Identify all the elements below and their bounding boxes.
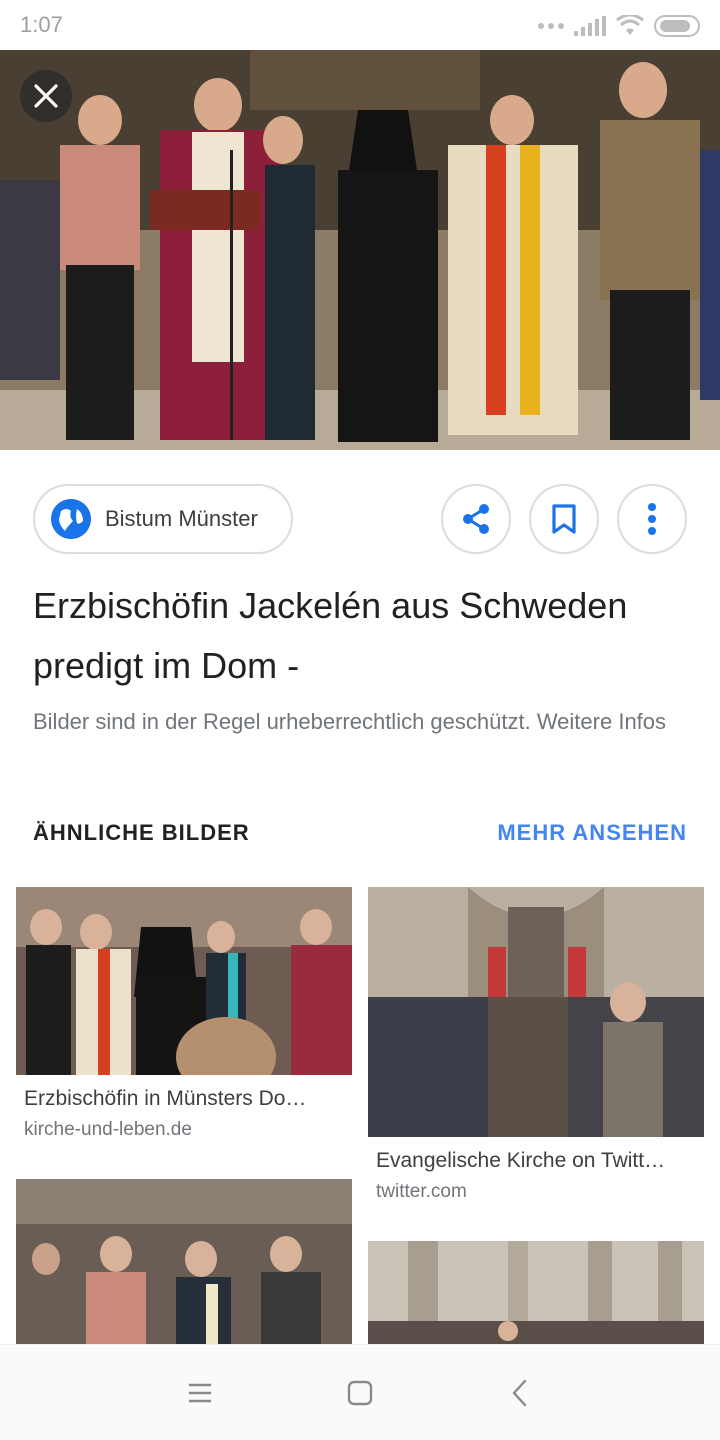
related-title[interactable]: Evangelische Kirche on Twitt… <box>368 1149 688 1173</box>
bookmark-button[interactable] <box>529 484 599 554</box>
square-icon <box>347 1380 373 1405</box>
signal-icon <box>574 16 606 36</box>
result-title[interactable]: Erzbischöfin Jackelén aus Schweden predi… <box>33 576 693 696</box>
related-thumbnail[interactable] <box>368 1241 704 1344</box>
related-source: twitter.com <box>376 1181 467 1202</box>
hero-image[interactable] <box>0 50 720 450</box>
status-time: 1:07 <box>20 12 63 37</box>
related-source: kirche-und-leben.de <box>24 1119 192 1140</box>
battery-icon <box>654 15 700 37</box>
status-bar: 1:07 <box>0 0 720 50</box>
related-card[interactable]: Erzbischöfin in Münsters Do… kirche-und-… <box>16 887 352 1141</box>
back-icon <box>512 1379 527 1406</box>
share-icon <box>463 504 489 534</box>
more-options-button[interactable] <box>617 484 687 554</box>
close-button[interactable] <box>20 70 72 122</box>
status-icons <box>538 12 700 40</box>
related-title[interactable]: Erzbischöfin in Münsters Do… <box>16 1087 336 1111</box>
menu-icon <box>189 1383 211 1402</box>
copyright-notice[interactable]: Bilder sind in der Regel urheberrechtlic… <box>33 702 693 742</box>
related-card[interactable]: Evangelische Kirche on Twitt… twitter.co… <box>368 887 704 1203</box>
hero-photo <box>0 50 720 450</box>
recents-button[interactable] <box>175 1368 225 1418</box>
system-nav-bar <box>0 1344 720 1440</box>
back-button[interactable] <box>495 1368 545 1418</box>
source-chip[interactable]: Bistum Münster <box>33 484 293 554</box>
share-button[interactable] <box>441 484 511 554</box>
notification-dots-icon <box>538 23 564 29</box>
source-name: Bistum Münster <box>105 506 258 531</box>
see-more-link[interactable]: MEHR ANSEHEN <box>497 820 687 846</box>
related-card[interactable] <box>16 1179 352 1344</box>
wifi-icon <box>616 15 644 35</box>
more-vert-icon <box>648 503 656 535</box>
related-card[interactable] <box>368 1241 704 1344</box>
globe-icon <box>51 499 91 539</box>
close-icon <box>34 84 58 108</box>
related-thumbnail[interactable] <box>16 1179 352 1344</box>
related-thumbnail[interactable] <box>16 887 352 1075</box>
home-button[interactable] <box>335 1368 385 1418</box>
bookmark-icon <box>552 504 576 534</box>
related-thumbnail[interactable] <box>368 887 704 1137</box>
related-images-heading: ÄHNLICHE BILDER <box>33 820 250 845</box>
